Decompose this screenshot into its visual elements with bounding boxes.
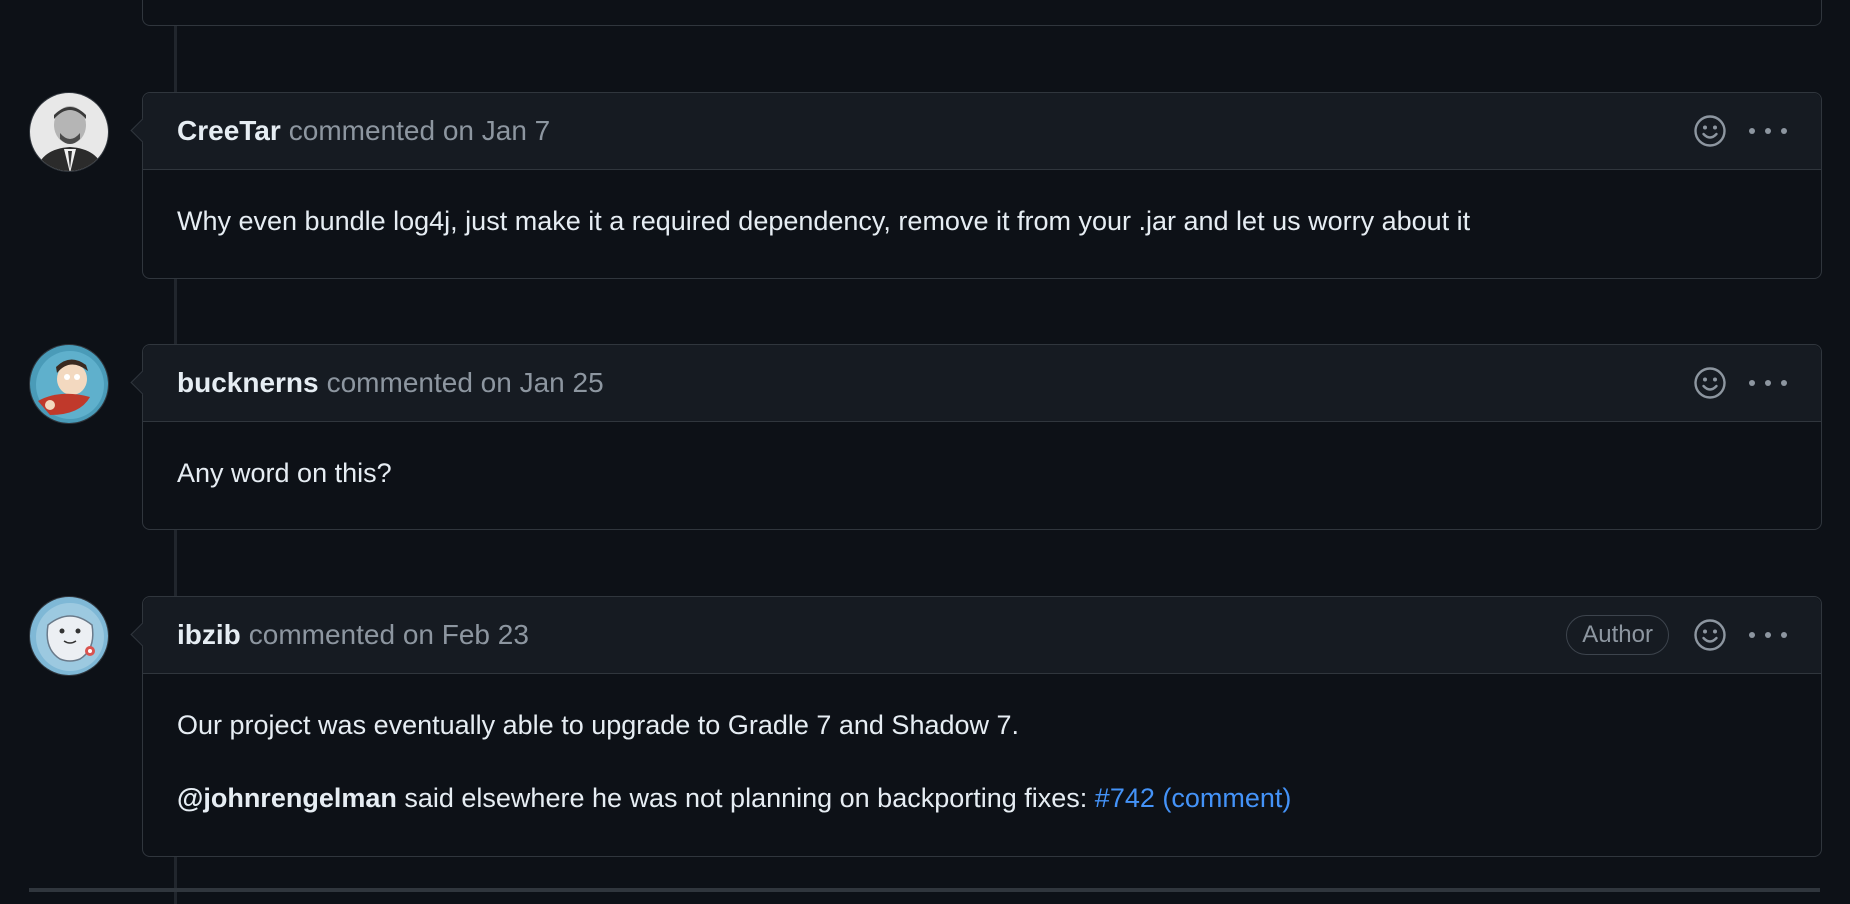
comment-body: Any word on this?: [143, 422, 1821, 489]
comment-author[interactable]: ibzib: [177, 619, 241, 651]
comment-header: bucknerns commented on Jan 25: [143, 345, 1821, 422]
avatar[interactable]: [29, 344, 109, 424]
smiley-icon[interactable]: [1693, 366, 1727, 400]
timeline-divider: [29, 888, 1820, 892]
comment-body: Why even bundle log4j, just make it a re…: [143, 170, 1821, 237]
comment-header: CreeTar commented on Jan 7: [143, 93, 1821, 170]
issue-link[interactable]: #742: [1095, 783, 1155, 813]
smiley-icon[interactable]: [1693, 618, 1727, 652]
avatar[interactable]: [29, 596, 109, 676]
comment-author[interactable]: bucknerns: [177, 367, 319, 399]
avatar[interactable]: [29, 92, 109, 172]
comment-text: Any word on this?: [177, 458, 392, 488]
comment-box: CreeTar commented on Jan 7 Why even bund…: [142, 92, 1822, 279]
comment-timestamp[interactable]: commented on Jan 7: [289, 115, 551, 147]
kebab-horizontal-icon[interactable]: [1749, 126, 1787, 136]
comment-body: Our project was eventually able to upgra…: [143, 674, 1821, 814]
comment-box: ibzib commented on Feb 23 Author Our pro…: [142, 596, 1822, 857]
comment-timestamp[interactable]: commented on Jan 25: [327, 367, 604, 399]
comment-link[interactable]: (comment): [1162, 783, 1291, 813]
user-mention-link[interactable]: @johnrengelman: [177, 783, 397, 813]
smiley-icon[interactable]: [1693, 114, 1727, 148]
comment-text-fragment: said elsewhere he was not planning on ba…: [396, 783, 1095, 813]
comment-text: Our project was eventually able to upgra…: [177, 710, 1020, 740]
comment-box: bucknerns commented on Jan 25 Any word o…: [142, 344, 1822, 530]
comment-text: Why even bundle log4j, just make it a re…: [177, 206, 1471, 236]
comment-timestamp[interactable]: commented on Feb 23: [249, 619, 529, 651]
comment-author[interactable]: CreeTar: [177, 115, 281, 147]
kebab-horizontal-icon[interactable]: [1749, 630, 1787, 640]
author-badge: Author: [1566, 615, 1669, 655]
kebab-horizontal-icon[interactable]: [1749, 378, 1787, 388]
previous-comment-box: [142, 0, 1822, 26]
comment-text: @johnrengelman said elsewhere he was not…: [177, 783, 1787, 814]
comment-header: ibzib commented on Feb 23 Author: [143, 597, 1821, 674]
